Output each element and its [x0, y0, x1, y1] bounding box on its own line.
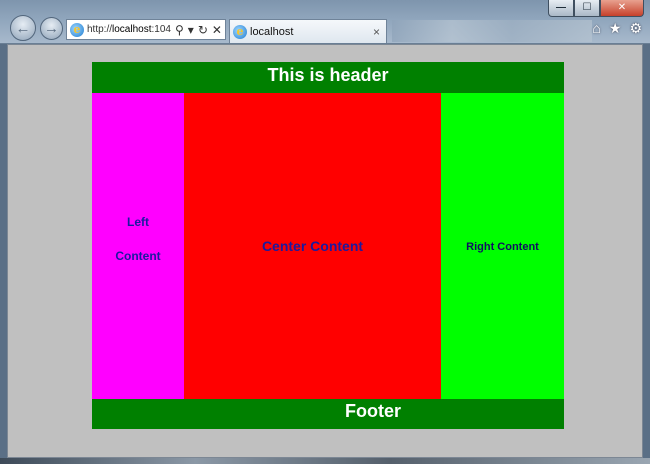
center-content: Center Content: [261, 238, 364, 254]
close-window-button[interactable]: ✕: [600, 0, 644, 17]
window-controls: — ☐ ✕: [548, 0, 644, 17]
page-footer: Footer: [92, 399, 564, 429]
left-content-line2: Content: [115, 249, 161, 263]
url-host: localhost: [112, 24, 152, 35]
home-icon[interactable]: ⌂: [592, 20, 600, 37]
chevron-down-icon[interactable]: ▾: [188, 23, 194, 37]
gear-icon[interactable]: ⚙: [629, 20, 642, 37]
left-content-line1: Left: [127, 215, 149, 229]
forward-button[interactable]: →: [40, 17, 63, 40]
maximize-button[interactable]: ☐: [574, 0, 600, 17]
forward-arrow-icon: →: [44, 20, 59, 37]
browser-chrome: — ☐ ✕ ← → e http://localhost:104 ⚲ ▾ ↻ ✕…: [0, 0, 650, 44]
favorites-star-icon[interactable]: ★: [609, 20, 622, 37]
center-column: Center Content: [184, 93, 441, 399]
search-icon[interactable]: ⚲: [175, 23, 184, 37]
page-header: This is header: [92, 62, 564, 93]
minimize-button[interactable]: —: [548, 0, 574, 17]
tab-title: localhost: [250, 25, 294, 38]
address-tools: ⚲ ▾ ↻ ✕: [175, 23, 222, 37]
ie-page-icon: e: [70, 22, 84, 37]
address-url[interactable]: http://localhost:104: [87, 24, 173, 35]
command-icons: ⌂ ★ ⚙: [592, 20, 642, 37]
right-content: Right Content: [466, 241, 539, 253]
right-column: Right Content: [441, 93, 564, 399]
url-port: :104: [151, 24, 171, 35]
tab-close-icon[interactable]: ×: [373, 25, 380, 39]
left-column: Left Content: [92, 93, 184, 399]
layout-frame: This is header Left Content Center Conte…: [92, 62, 564, 429]
url-prefix: http://: [87, 24, 113, 35]
back-button[interactable]: ←: [10, 15, 36, 41]
ie-tab-icon: e: [233, 24, 247, 39]
page-viewport: This is header Left Content Center Conte…: [7, 44, 643, 458]
stop-icon[interactable]: ✕: [212, 23, 222, 37]
address-bar[interactable]: e http://localhost:104 ⚲ ▾ ↻ ✕: [66, 19, 226, 40]
new-tab-area[interactable]: [392, 20, 592, 42]
back-arrow-icon: ←: [15, 19, 31, 37]
desktop-strip: [0, 458, 650, 464]
refresh-icon[interactable]: ↻: [198, 23, 208, 37]
tab-localhost[interactable]: e localhost ×: [229, 19, 387, 43]
